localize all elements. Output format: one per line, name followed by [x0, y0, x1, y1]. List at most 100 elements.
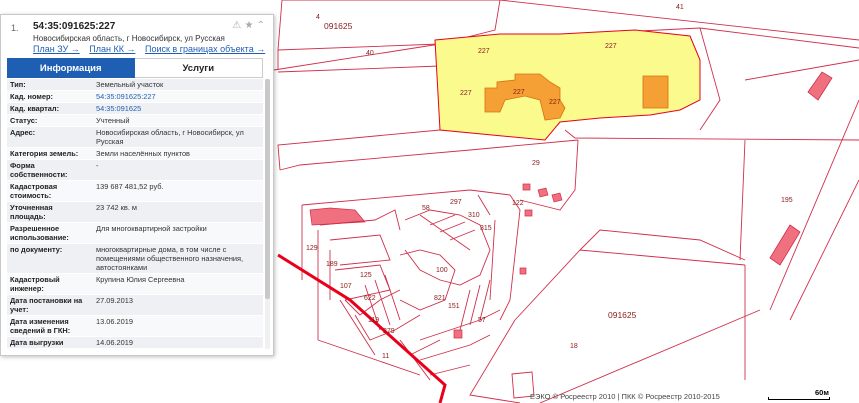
plan-kk-link[interactable]: План КК →: [89, 44, 135, 54]
scale-label: 60м: [815, 388, 829, 397]
table-row: по документу: многоквартирные дома, в том…: [7, 244, 263, 274]
row-key: Уточненная площадь:: [10, 203, 53, 221]
table-row: Дата изменения сведений в ГКН: 13.06.2019: [7, 316, 263, 337]
scrollbar-thumb[interactable]: [265, 79, 270, 299]
map-label: 279: [383, 328, 395, 335]
map-label: 4: [316, 14, 320, 21]
plan-zu-link[interactable]: План ЗУ →: [33, 44, 80, 54]
map-label: 122: [512, 200, 524, 207]
table-row: Кад. квартал: 54:35:091625: [7, 103, 263, 115]
map-label: 297: [450, 199, 462, 206]
row-value: -: [96, 161, 99, 170]
scale-bar: [768, 397, 830, 400]
search-in-bounds-link[interactable]: Поиск в границах объекта →: [145, 44, 265, 54]
row-value: Учтенный: [96, 116, 130, 125]
panel-links: План ЗУ → План КК → Поиск в границах объ…: [33, 44, 272, 54]
map-label: 41: [676, 4, 684, 11]
row-key: Кад. номер:: [10, 92, 53, 101]
row-value: 14.06.2019: [96, 338, 133, 347]
panel-scrollbar[interactable]: [265, 79, 270, 349]
building-2[interactable]: [642, 75, 669, 109]
map-label: 100: [436, 267, 448, 274]
row-key: Дата изменения сведений в ГКН:: [10, 317, 71, 335]
table-row: Адрес: Новосибирская область, г Новосибир…: [7, 127, 263, 148]
table-row: Разрешенное использование: Для многокварт…: [7, 223, 263, 244]
tab-services[interactable]: Услуги: [134, 58, 263, 78]
map-label: 227: [513, 89, 525, 96]
star-icon[interactable]: ★: [244, 20, 253, 31]
copyright-footer: ЕЭКО © Росреестр 2010 | ПКК © Росреестр …: [530, 392, 720, 401]
header-icons: ⚠ ★ ⌃: [232, 20, 265, 31]
building-small-3[interactable]: [551, 192, 563, 203]
row-key: Кад. квартал:: [10, 104, 60, 113]
map-label-quarter: 091625: [324, 21, 353, 31]
cadastral-number-title: 54:35:091625:227: [33, 21, 116, 32]
map-label: 58: [422, 205, 430, 212]
row-key: Кадастровый инженер:: [10, 275, 60, 293]
object-info-panel: 1. 54:35:091625:227 Новосибирская област…: [0, 14, 274, 356]
collapse-icon[interactable]: ⌃: [257, 20, 265, 31]
building-small-2[interactable]: [537, 187, 549, 198]
building-small-5[interactable]: [519, 267, 527, 275]
map-label: 195: [781, 197, 793, 204]
row-value: 23 742 кв. м: [96, 203, 138, 212]
map-label: 227: [460, 90, 472, 97]
table-row: Статус: Учтенный: [7, 115, 263, 127]
table-row: Кад. номер: 54:35:091625:227: [7, 91, 263, 103]
table-row: Уточненная площадь: 23 742 кв. м: [7, 202, 263, 223]
row-key: Кадастровая стоимость:: [10, 182, 58, 200]
row-key: Дата выгрузки: [10, 338, 64, 347]
result-number: 1.: [11, 23, 19, 33]
map-label: 315: [480, 225, 492, 232]
table-row: Форма собственности: -: [7, 160, 263, 181]
table-row: Тип: Земельный участок: [7, 79, 263, 91]
row-value: многоквартирные дома, в том числе с поме…: [96, 245, 244, 272]
panel-tabs: Информация Услуги: [7, 58, 263, 78]
map-label: 310: [468, 212, 480, 219]
table-row: Дата выгрузки 14.06.2019: [7, 337, 263, 349]
row-key: Форма собственности:: [10, 161, 68, 179]
map-label: 622: [364, 295, 376, 302]
cadastral-number-link[interactable]: 54:35:091625:227: [93, 91, 263, 102]
row-value: 139 687 481,52 руб.: [96, 182, 164, 191]
row-key: по документу:: [10, 245, 63, 254]
table-row: Категория земель: Земли населённых пункто…: [7, 148, 263, 160]
row-value: Земельный участок: [96, 80, 164, 89]
row-value: Новосибирская область, г Новосибирск, ул…: [96, 128, 244, 146]
map-label: 227: [605, 43, 617, 50]
row-value: Земли населённых пунктов: [96, 149, 190, 158]
map-label: 29: [532, 160, 540, 167]
attribute-table: Тип: Земельный участок Кад. номер: 54:35:0…: [7, 79, 263, 349]
map-label: 189: [326, 261, 338, 268]
building-small-1[interactable]: [522, 183, 531, 191]
row-key: Статус:: [10, 116, 38, 125]
row-value: Для многоквартирной застройки: [96, 224, 207, 233]
row-key: Дата постановки на учет:: [10, 296, 83, 314]
building-small-7[interactable]: [453, 329, 463, 339]
table-row: Кадастровый инженер: Крупина Юлия Сергеев…: [7, 274, 263, 295]
tab-information[interactable]: Информация: [7, 58, 135, 78]
address-subtitle: Новосибирская область, г Новосибирск, ул…: [33, 34, 225, 43]
map-label: 227: [478, 48, 490, 55]
cadastral-quarter-link[interactable]: 54:35:091625: [93, 103, 263, 114]
table-row: Кадастровая стоимость: 139 687 481,52 руб…: [7, 181, 263, 202]
map-label-quarter: 091625: [608, 310, 637, 320]
building-small-4[interactable]: [524, 209, 533, 217]
row-key: Тип:: [10, 80, 26, 89]
map-label: 125: [360, 272, 372, 279]
row-key: Адрес:: [10, 128, 36, 137]
row-value: 27.09.2013: [96, 296, 133, 305]
map-label: 40: [366, 50, 374, 57]
row-key: Разрешенное использование:: [10, 224, 69, 242]
map-label: 129: [306, 245, 318, 252]
warning-icon[interactable]: ⚠: [232, 20, 241, 31]
table-row: Дата постановки на учет: 27.09.2013: [7, 295, 263, 316]
map-label: 11: [382, 353, 389, 360]
map-label: 151: [448, 303, 460, 310]
row-value: Крупина Юлия Сергеевна: [96, 275, 185, 284]
map-label: 18: [570, 343, 578, 350]
map-label: 57: [478, 317, 486, 324]
map-label: 119: [368, 317, 379, 324]
row-key: Категория земель:: [10, 149, 79, 158]
row-value: 13.06.2019: [96, 317, 133, 326]
